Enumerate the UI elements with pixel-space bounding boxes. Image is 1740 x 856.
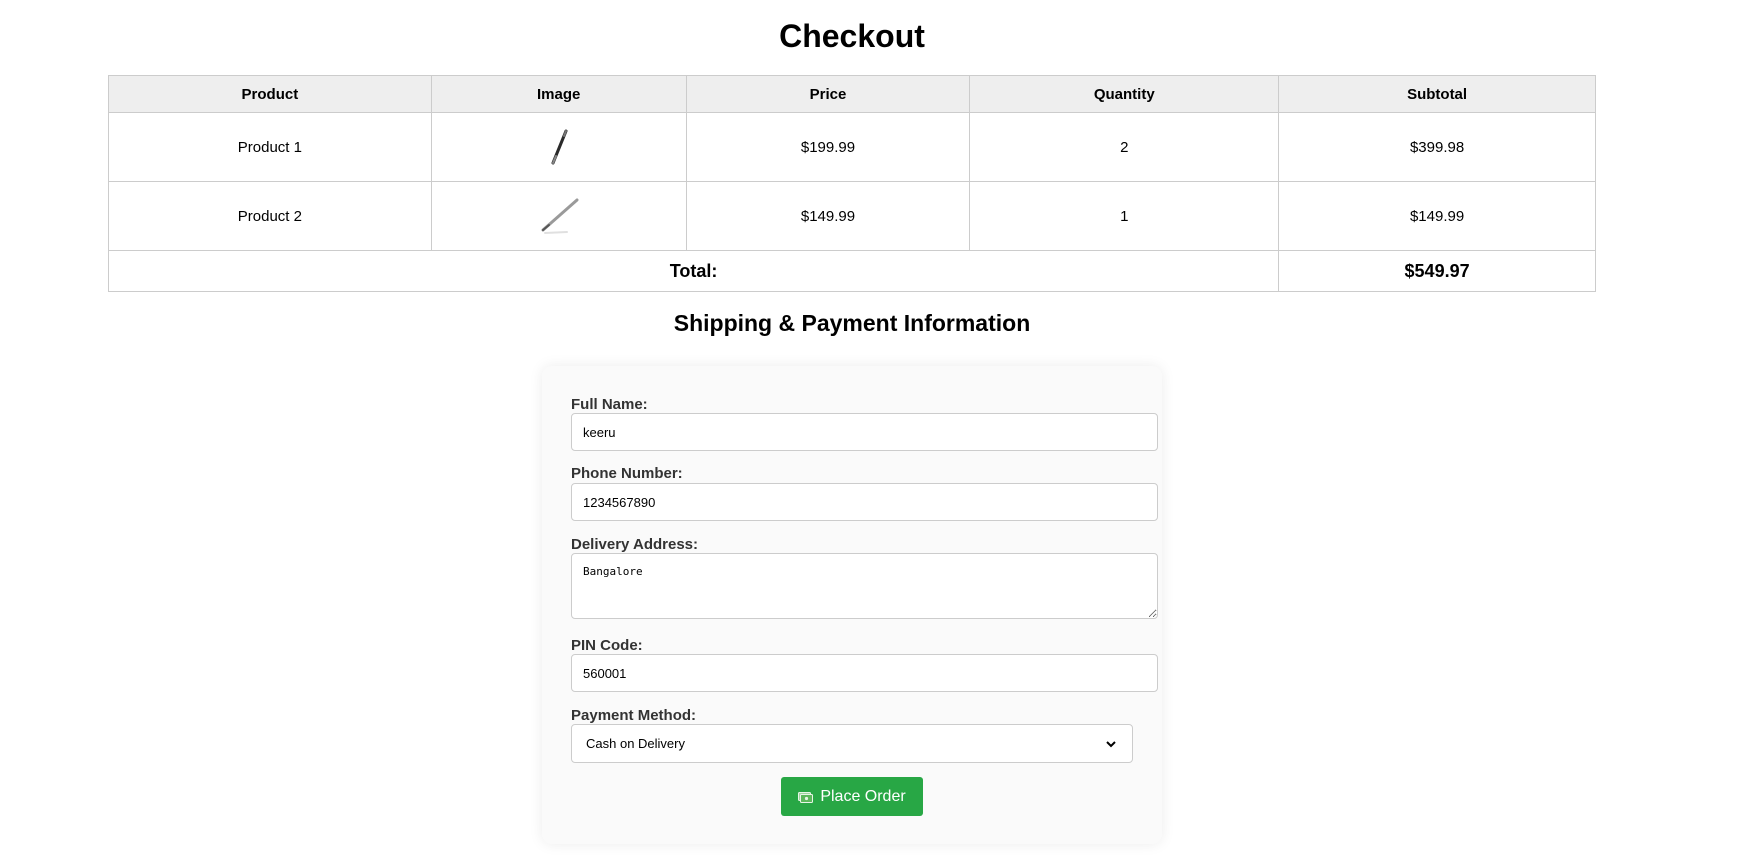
payment-method-select[interactable]: Cash on Delivery: [571, 724, 1133, 763]
pin-input[interactable]: [571, 654, 1158, 692]
column-header-quantity: Quantity: [969, 75, 1280, 113]
cash-icon: [798, 791, 814, 803]
payment-method-label: Payment Method:: [571, 707, 697, 724]
column-header-subtotal: Subtotal: [1278, 75, 1596, 113]
chevron-down-icon: [1106, 740, 1116, 747]
page-title: Checkout: [779, 18, 925, 54]
total-row: Total: $549.97: [107, 250, 1596, 292]
shipping-form: Full Name: Phone Number: Delivery Addres…: [542, 366, 1162, 844]
full-name-input[interactable]: [571, 413, 1158, 451]
product-quantity: 1: [969, 181, 1280, 251]
payment-method-value: Cash on Delivery: [586, 736, 685, 751]
product-image-cell: [430, 181, 687, 251]
product-name: Product 2: [108, 181, 432, 251]
product-quantity: 2: [969, 112, 1280, 182]
full-name-label: Full Name:: [571, 396, 648, 413]
product-price: $149.99: [685, 181, 971, 251]
address-textarea[interactable]: Bangalore: [571, 553, 1158, 619]
checkout-page: Checkout Product Image Price Quantity Su…: [0, 0, 1740, 856]
table-header-row: Product Image Price Quantity Subtotal: [108, 75, 1596, 113]
pin-label: PIN Code:: [571, 637, 643, 654]
column-header-product: Product: [108, 75, 432, 113]
pen-image: [541, 198, 579, 234]
column-header-image: Image: [430, 75, 687, 113]
total-value: $549.97: [1278, 250, 1596, 292]
product-name: Product 1: [108, 112, 432, 182]
cart-table: Product Image Price Quantity Subtotal Pr…: [107, 75, 1596, 292]
product-subtotal: $149.99: [1278, 181, 1596, 251]
column-header-price: Price: [685, 75, 971, 113]
address-label: Delivery Address:: [571, 536, 699, 553]
phone-input[interactable]: [571, 483, 1158, 521]
table-row: Product 1 $199.99 2 $399.98: [108, 112, 1596, 182]
table-row: Product 2 $149.99 1 $149.99: [108, 181, 1596, 251]
product-subtotal: $399.98: [1278, 112, 1596, 182]
place-order-label: Place Order: [820, 787, 906, 805]
place-order-button[interactable]: Place Order: [781, 777, 923, 816]
pen-image: [551, 129, 568, 165]
total-label: Total:: [107, 250, 1280, 292]
phone-label: Phone Number:: [571, 465, 683, 482]
shipping-section-title: Shipping & Payment Information: [673, 310, 1031, 336]
product-price: $199.99: [685, 112, 971, 182]
product-image-cell: [430, 112, 687, 182]
